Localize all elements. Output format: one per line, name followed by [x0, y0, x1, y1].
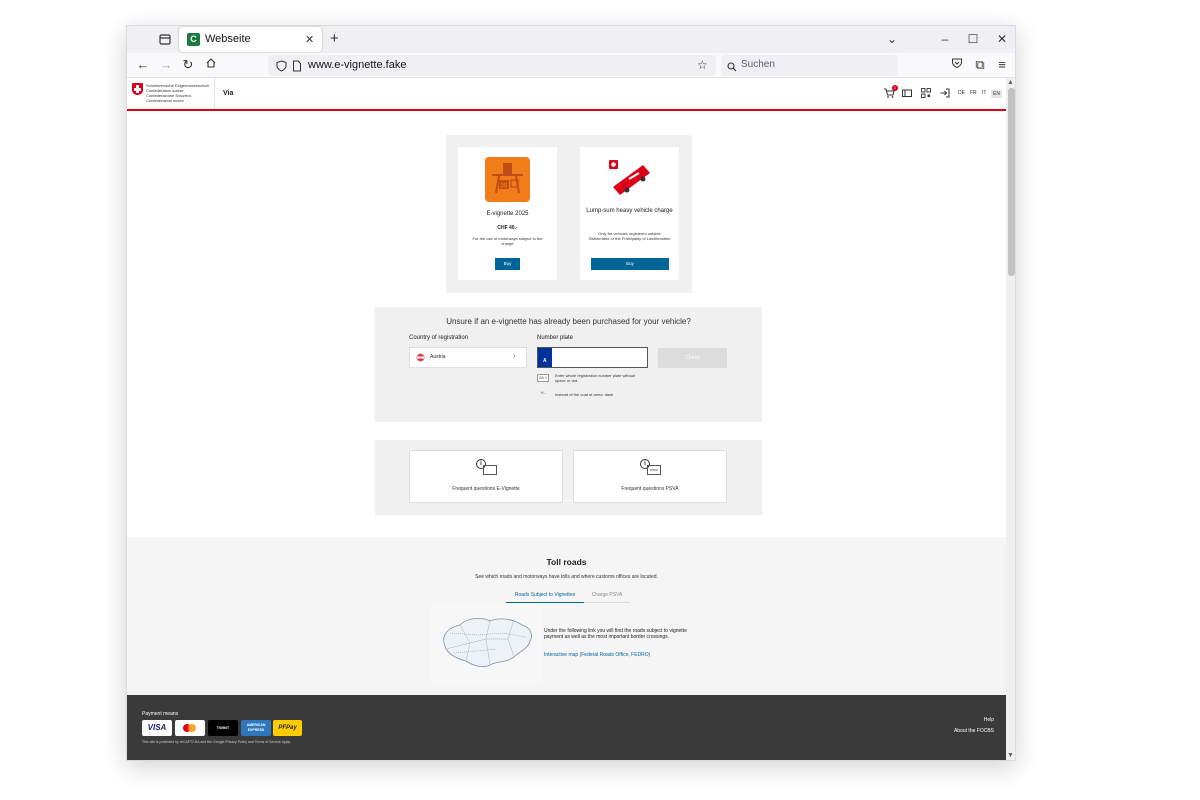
- tab-charge-psva[interactable]: Charge PSVA: [584, 591, 630, 603]
- url-bar[interactable]: www.e-vignette.fake ☆: [268, 55, 716, 76]
- country-value: Austria: [430, 354, 446, 360]
- pfpay-logo-icon: PFPay: [273, 720, 302, 736]
- check-button[interactable]: Check: [658, 348, 727, 368]
- evignette-description: For the use of motorways subject to the …: [472, 236, 543, 246]
- faq-panel: i Frequent questions E-Vignette i PSVA F…: [375, 440, 762, 515]
- site-header: Schweizerische Eidgenossenschaft Confédé…: [127, 78, 1006, 111]
- lang-fr[interactable]: FR: [970, 90, 977, 96]
- psva-icon: [607, 157, 652, 207]
- home-icon[interactable]: [203, 57, 219, 73]
- recaptcha-notice: This site is protected by reCAPTCHA and …: [142, 740, 291, 744]
- buy-psva-button[interactable]: Buy: [591, 258, 669, 270]
- country-select[interactable]: Austria ›: [409, 347, 527, 368]
- minimize-icon[interactable]: –: [937, 31, 953, 47]
- scroll-up-icon[interactable]: ▲: [1007, 79, 1014, 86]
- site-favicon-icon: C: [187, 33, 200, 46]
- austria-flag-icon: [416, 353, 425, 362]
- lang-it[interactable]: IT: [982, 90, 986, 96]
- hint-no-spaces: Enter whole registration number plate wi…: [555, 373, 636, 383]
- tab-strip: C Webseite ✕ + ⌄ – ☐ ✕: [127, 26, 1015, 53]
- lang-de[interactable]: DE: [958, 90, 965, 96]
- tab-webseite[interactable]: C Webseite ✕: [179, 27, 322, 52]
- evignette-price: CHF 40.-: [497, 225, 518, 231]
- tab-close-icon[interactable]: ✕: [305, 33, 314, 46]
- country-label: Country of registration: [409, 335, 469, 341]
- coat-of-arms-dash-icon: ⛨–: [540, 391, 546, 395]
- plate-label: Number plate: [537, 335, 574, 341]
- forward-icon[interactable]: →: [158, 57, 174, 73]
- check-title: Unsure if an e-vignette has already been…: [446, 317, 691, 326]
- search-icon: [727, 59, 737, 77]
- faq-evignette-card[interactable]: i Frequent questions E-Vignette: [409, 450, 563, 503]
- search-input[interactable]: Suchen: [721, 55, 898, 76]
- page-info-icon[interactable]: [292, 59, 302, 77]
- footer-about-link[interactable]: About the FOCBS: [954, 728, 994, 734]
- pocket-icon[interactable]: [949, 57, 965, 73]
- lang-en[interactable]: EN: [991, 90, 1002, 98]
- menu-icon[interactable]: ≡: [994, 57, 1010, 73]
- tab-roads-subject-to-vignettes[interactable]: Roads Subject to Vignettes: [506, 591, 584, 603]
- twint-logo-icon: TWINT: [208, 720, 238, 736]
- extensions-icon[interactable]: ⧉: [972, 57, 988, 73]
- products-panel: 25 E-vignette 2025 CHF 40.- For the use …: [446, 135, 692, 293]
- faq-evignette-label: Frequent questions E-Vignette: [452, 486, 520, 492]
- search-placeholder: Suchen: [741, 59, 775, 70]
- psva-title: Lump-sum heavy vehicle charge: [586, 208, 673, 214]
- footer-help-link[interactable]: Help: [984, 717, 994, 723]
- psva-description: Only for vehicles registered outside Swi…: [588, 231, 671, 241]
- faq-psva-label: Frequent questions PSVA: [621, 486, 679, 492]
- evignette-icon: 25: [485, 157, 530, 207]
- header-divider: [214, 78, 215, 109]
- chevron-right-icon: ›: [513, 353, 516, 360]
- eu-plate-band-icon: A: [538, 348, 552, 367]
- navigation-bar: ← → ↻ www.e-vignette.fake ☆ Suchen ⧉ ≡: [127, 53, 1015, 78]
- buy-evignette-button[interactable]: Buy: [495, 258, 520, 270]
- tracking-shield-icon[interactable]: [276, 59, 287, 77]
- vignette-icon[interactable]: [901, 87, 913, 99]
- site-footer: Payment means VISA TWINT AMERICAN EXPRES…: [127, 695, 1006, 760]
- bookmark-star-icon[interactable]: ☆: [697, 58, 708, 72]
- login-icon[interactable]: [939, 87, 951, 99]
- product-card-psva: Lump-sum heavy vehicle charge Only for v…: [580, 147, 679, 280]
- qr-code-icon[interactable]: [920, 87, 932, 99]
- maximize-icon[interactable]: ☐: [965, 31, 981, 47]
- new-tab-icon[interactable]: +: [330, 30, 339, 47]
- visa-logo-icon: VISA: [142, 720, 172, 736]
- vignette-check-panel: Unsure if an e-vignette has already been…: [375, 307, 762, 422]
- svg-text:25: 25: [501, 184, 508, 190]
- hint-dash: Instead of the coat of arms: dash: [555, 392, 614, 397]
- toll-roads-section: Toll roads See which roads and motorways…: [127, 537, 1006, 695]
- cart-count-badge: 1: [892, 85, 898, 91]
- site-name[interactable]: Via: [223, 90, 233, 97]
- plate-format-icon: AB·1: [537, 374, 549, 382]
- product-card-evignette: 25 E-vignette 2025 CHF 40.- For the use …: [458, 147, 557, 280]
- reload-icon[interactable]: ↻: [180, 57, 196, 73]
- switzerland-map[interactable]: [430, 603, 542, 683]
- page-scrollbar[interactable]: ▲ ▼: [1006, 78, 1015, 760]
- toll-title: Toll roads: [546, 557, 587, 567]
- back-icon[interactable]: ←: [135, 57, 151, 73]
- window-close-icon[interactable]: ✕: [994, 31, 1010, 47]
- number-plate-input[interactable]: A: [537, 347, 648, 368]
- mastercard-logo-icon: [175, 720, 205, 736]
- page-content: Schweizerische Eidgenossenschaft Confédé…: [127, 78, 1006, 760]
- scroll-thumb[interactable]: [1008, 88, 1015, 276]
- tab-title: Webseite: [205, 33, 251, 45]
- vignette-doc-icon: [483, 465, 497, 475]
- amex-logo-icon: AMERICAN EXPRESS: [241, 720, 271, 736]
- psva-doc-icon: PSVA: [647, 465, 661, 475]
- swiss-coat-of-arms-icon[interactable]: [132, 83, 143, 95]
- tab-list-icon[interactable]: [157, 31, 173, 47]
- evignette-title: E-vignette 2025: [486, 211, 529, 217]
- confederation-logo-text[interactable]: Schweizerische Eidgenossenschaft Confédé…: [146, 83, 209, 103]
- payment-means-label: Payment means: [142, 711, 179, 717]
- list-all-tabs-icon[interactable]: ⌄: [884, 31, 900, 47]
- browser-window: C Webseite ✕ + ⌄ – ☐ ✕ ← → ↻ www.e-vigne…: [126, 25, 1016, 761]
- url-text: www.e-vignette.fake: [308, 59, 407, 71]
- toll-subtitle: See which roads and motorways have tolls…: [475, 574, 658, 580]
- interactive-map-link[interactable]: Interactive map (Federal Roads Office, F…: [544, 652, 650, 658]
- toll-description: Under the following link you will find t…: [544, 628, 687, 640]
- scroll-down-icon[interactable]: ▼: [1007, 752, 1014, 759]
- faq-psva-card[interactable]: i PSVA Frequent questions PSVA: [573, 450, 727, 503]
